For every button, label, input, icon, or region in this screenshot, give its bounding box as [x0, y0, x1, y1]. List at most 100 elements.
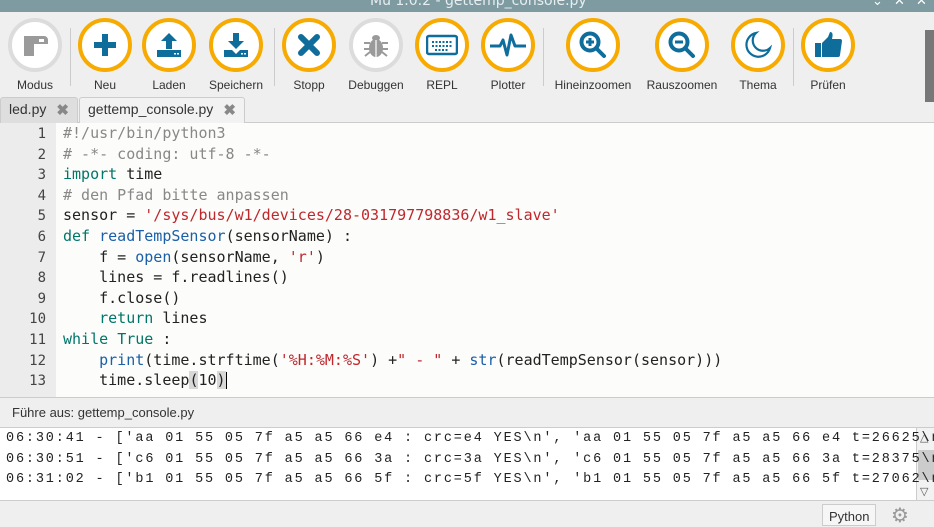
code-line[interactable]: def readTempSensor(sensorName) :: [63, 227, 352, 245]
console-line: 06:30:41 - ['aa 01 55 05 7f a5 a5 66 e4 …: [6, 431, 934, 446]
line-number-gutter: 1 2 3 4 5 6 7 8 9 10 11 12 13: [0, 123, 56, 397]
hineinzoomen-button[interactable]: Hineinzoomen: [553, 18, 633, 92]
code-line[interactable]: #!/usr/bin/python3: [63, 124, 226, 142]
code-line[interactable]: sensor = '/sys/bus/w1/devices/28-0317977…: [63, 206, 560, 224]
code-token: (readTempSensor(sensor))): [496, 350, 723, 369]
download-icon: [209, 18, 263, 72]
minimize-button[interactable]: ⌄: [872, 0, 883, 9]
code-line[interactable]: time.sleep(10): [63, 371, 227, 390]
code-token: f.close(): [63, 288, 181, 307]
moon-icon: [731, 18, 785, 72]
code-token: lines = f.readlines(): [63, 268, 289, 287]
code-token: time: [117, 165, 163, 184]
mode-icon: [8, 18, 62, 72]
console-line: 06:30:51 - ['c6 01 55 05 7f a5 a5 66 3a …: [6, 451, 934, 467]
code-token: +: [442, 350, 470, 369]
line-number: 9: [37, 290, 46, 307]
toolbar-label: Modus: [16, 78, 54, 92]
window-title: Mu 1.0.2 - gettemp_console.py: [370, 0, 587, 9]
toolbar-label: Prüfen: [810, 78, 846, 92]
code-token: (time.strftime(: [144, 350, 280, 369]
tab-gettemp-console-py[interactable]: gettemp_console.py ✖: [79, 97, 245, 123]
code-line[interactable]: f = open(sensorName, 'r'): [63, 248, 325, 266]
code-token: readTempSensor: [99, 227, 226, 245]
code-line[interactable]: lines = f.readlines(): [63, 268, 289, 286]
line-number: 10: [29, 311, 46, 328]
line-number: 11: [29, 332, 46, 348]
code-token: # den Pfad bitte anpassen: [63, 185, 289, 204]
code-token: f =: [63, 247, 136, 266]
code-token: 'r': [288, 247, 316, 266]
line-number: 8: [37, 270, 46, 287]
code-editor[interactable]: 1 2 3 4 5 6 7 8 9 10 11 12 13 #!/usr/bin/python3 # -*…: [0, 123, 934, 398]
tab-led-py[interactable]: led.py ✖: [0, 97, 78, 123]
code-token: ) +: [370, 350, 398, 369]
pulse-icon: [481, 18, 535, 72]
status-bar: Python ⚙: [0, 502, 934, 526]
modus-button[interactable]: Modus: [0, 18, 75, 92]
code-token: str: [469, 350, 497, 369]
gear-icon[interactable]: ⚙: [887, 504, 913, 526]
code-line[interactable]: return lines: [63, 309, 208, 328]
output-console[interactable]: △ ▽ 06:30:41 - ['aa 01 55 05 7f a5 a5 66…: [0, 427, 934, 501]
toolbar-label: Plotter: [490, 78, 526, 92]
code-token: (sensorName) :: [225, 227, 352, 245]
line-number: 13: [29, 373, 46, 390]
thumbs-up-icon: [801, 18, 855, 72]
close-tab-icon[interactable]: ✖: [223, 101, 236, 119]
code-token: 10: [198, 371, 217, 390]
close-window-button[interactable]: ✕: [916, 0, 927, 9]
toolbar: Modus Neu Laden Speichern Stopp Debuggen REPL P…: [0, 12, 934, 102]
zoom-out-icon: [655, 18, 709, 72]
code-token: '/sys/bus/w1/devices/28-031797798836/w1_…: [144, 206, 560, 225]
toolbar-label: Hineinzoomen: [554, 78, 632, 92]
pruefen-button[interactable]: Prüfen: [788, 18, 868, 92]
toolbar-label: Rauszoomen: [646, 78, 718, 92]
code-line[interactable]: # den Pfad bitte anpassen: [63, 186, 289, 204]
mode-indicator[interactable]: Python: [822, 504, 877, 526]
console-line: 06:31:02 - ['b1 01 55 05 7f a5 a5 66 5f …: [6, 472, 934, 487]
line-number: 7: [37, 249, 46, 266]
code-token: lines: [153, 309, 208, 328]
code-token: :: [153, 330, 172, 348]
line-number: 4: [37, 187, 46, 204]
line-number: 12: [29, 352, 46, 369]
keyboard-icon: [415, 18, 469, 72]
line-number: 1: [37, 126, 46, 142]
code-token: (sensorName,: [171, 247, 289, 266]
code-token: time.sleep: [63, 371, 190, 390]
close-tab-icon[interactable]: ✖: [56, 101, 69, 119]
code-token: while: [63, 330, 109, 348]
toolbar-label: Thema: [739, 78, 777, 92]
zoom-in-icon: [566, 18, 620, 72]
maximize-button[interactable]: ✕: [894, 0, 905, 9]
code-line[interactable]: import time: [63, 165, 162, 183]
code-token: '%H:%M:%S': [279, 350, 371, 369]
code-token: #!/usr/bin/python3: [63, 124, 226, 142]
rauszoomen-button[interactable]: Rauszoomen: [642, 18, 722, 92]
code-line[interactable]: # -*- coding: utf-8 -*-: [63, 145, 271, 163]
code-token: # -*- coding: utf-8 -*-: [63, 144, 271, 163]
title-bar: Mu 1.0.2 - gettemp_console.py ⌄ ✕ ✕: [0, 0, 934, 12]
code-line[interactable]: print(time.strftime('%H:%M:%S') +" - " +…: [63, 351, 722, 369]
code-line[interactable]: f.close(): [63, 289, 180, 307]
plotter-button[interactable]: Plotter: [468, 18, 548, 92]
speichern-button[interactable]: Speichern: [196, 18, 276, 92]
plus-icon: [78, 18, 132, 72]
code-token: sensor =: [63, 206, 145, 225]
code-line[interactable]: while True :: [63, 330, 171, 348]
code-token: ): [315, 247, 325, 266]
upload-icon: [142, 18, 196, 72]
close-icon: [282, 18, 336, 72]
thema-button[interactable]: Thema: [718, 18, 798, 92]
code-token: return: [99, 309, 154, 328]
text-cursor: [225, 372, 227, 390]
tab-label: led.py: [9, 101, 47, 117]
bug-icon: [349, 18, 403, 72]
code-token: print: [99, 350, 145, 369]
code-token: " - ": [397, 350, 443, 369]
